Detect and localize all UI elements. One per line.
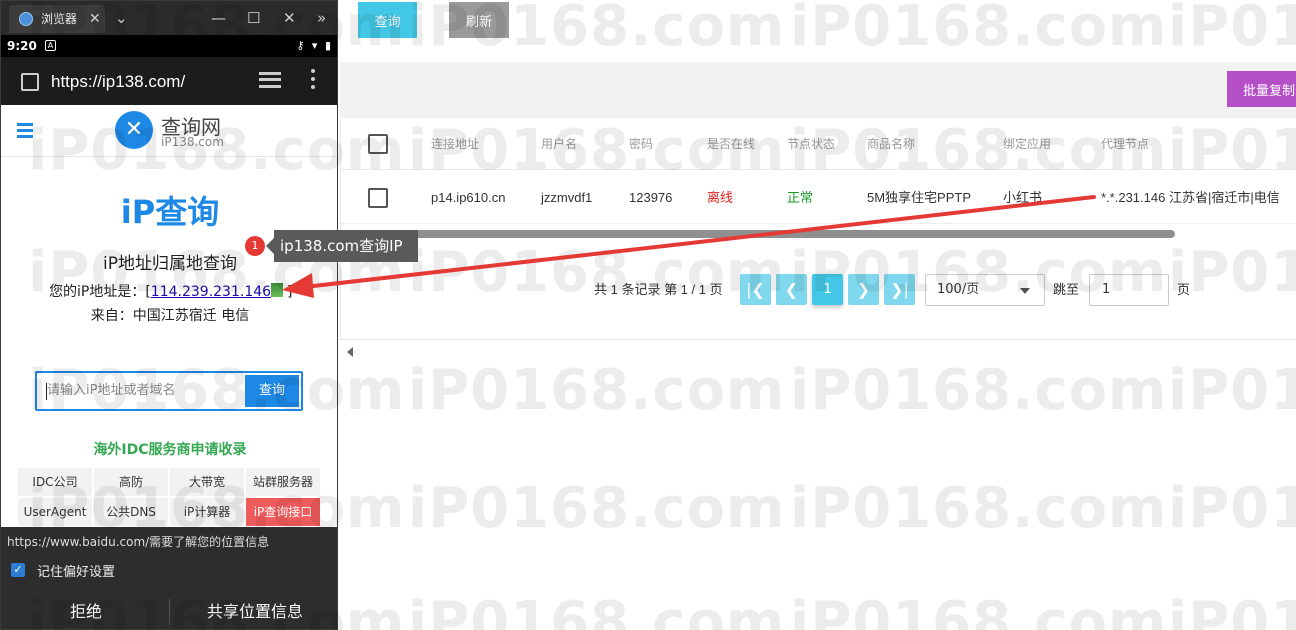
close-window-icon[interactable]: ✕ [283,1,296,35]
minimize-icon[interactable]: — [211,1,226,35]
globe-icon [19,12,33,26]
grid-link-useragent[interactable]: UserAgent [17,497,93,527]
prev-page-button[interactable]: ❮ [776,274,807,305]
grid-link-ddos[interactable]: 高防 [93,467,169,497]
grid-link-bandwidth[interactable]: 大带宽 [169,467,245,497]
jump-page-input[interactable]: 1 [1089,274,1169,306]
chevron-down-icon [1020,288,1030,294]
url-field[interactable]: https://ip138.com/ [51,57,185,107]
scroll-left-arrow-icon[interactable] [347,347,353,357]
ip-search-button[interactable]: 查询 [245,375,299,407]
annotation-callout: ip138.com查询IP [266,230,418,262]
cell-password: 123976 [629,190,673,205]
toolbar-band [340,62,1296,118]
batch-copy-button[interactable]: 批量复制 [1227,71,1296,107]
deny-button[interactable]: 拒绝 [1,593,171,629]
grid-link-idc[interactable]: IDC公司 [17,467,93,497]
col-product: 商品名称 [867,137,916,151]
divider [169,599,170,625]
logo-subtitle: iP138.com [161,135,224,149]
grid-link-cluster[interactable]: 站群服务器 [245,467,321,497]
wrench-logo-icon: ✕ [115,111,153,149]
next-page-button[interactable]: ❯ [848,274,879,305]
admin-panel: 查询 刷新 批量复制 连接地址 用户名 密码 是否在线 节点状态 商品名称 绑定… [340,0,1296,630]
jump-label: 跳至 [1053,282,1080,297]
ip-search-input[interactable]: 请输入iP地址或者域名 [47,373,175,409]
status-time: 9:20 [7,39,37,53]
your-ip-line: 您的iP地址是：[114.239.231.146] [49,281,293,301]
pagination: 共 1 条记录 第 1 / 1 页 |❮ ❮ 1 ❯ ❯| 100/页 跳至 1… [340,274,1296,306]
tabs-icon[interactable] [259,72,281,88]
grid-link-dns[interactable]: 公共DNS [93,497,169,527]
cell-bound-app: 小红书 [1003,190,1043,205]
allow-location-button[interactable]: 共享位置信息 [171,593,337,629]
maximize-icon[interactable]: ☐ [247,1,260,35]
overflow-icon[interactable]: » [317,1,326,35]
ip-search-box: 请输入iP地址或者域名 查询 [35,371,303,411]
page-unit-label: 页 [1177,282,1191,297]
site-info-icon[interactable] [21,73,39,91]
first-page-button[interactable]: |❮ [740,274,771,305]
page-size-select[interactable]: 100/页 [925,274,1045,306]
flag-icon [271,283,283,297]
ip-address-link[interactable]: 114.239.231.146 [151,284,271,300]
tab-title: 浏览器 [41,12,78,26]
col-username: 用户名 [541,137,578,151]
refresh-button[interactable]: 刷新 [449,2,509,38]
ip-location: 来自：中国江苏宿迁 电信 [90,308,250,324]
cell-address: p14.ip610.cn [431,190,506,205]
table-header-row: 连接地址 用户名 密码 是否在线 节点状态 商品名称 绑定应用 代理节点 [341,118,1296,170]
browser-url-bar: https://ip138.com/ [1,57,337,107]
last-page-button[interactable]: ❯| [884,274,915,305]
grid-link-calculator[interactable]: iP计算器 [169,497,245,527]
cell-proxy-node: *.*.231.146 江苏省|宿迁市|电信 [1101,190,1280,205]
window-titlebar: 浏览器 ✕ ⌄ — ☐ ✕ » [1,1,337,35]
grid-link-api[interactable]: iP查询接口 [245,497,321,527]
cell-product: 5M独享住宅PPTP [867,190,972,205]
hamburger-icon[interactable] [17,123,33,141]
more-vert-icon[interactable] [311,69,317,93]
cell-node-status: 正常 [787,190,814,205]
current-page-button[interactable]: 1 [812,274,843,305]
permission-message: https://www.baidu.com/需要了解您的位置信息 [7,535,270,549]
col-node-status: 节点状态 [787,137,836,151]
browser-tab[interactable]: 浏览器 ✕ [9,5,105,33]
ip-query-title: iP查询 [120,193,220,231]
idc-title: 海外IDC服务商申请收录 [93,442,247,458]
col-address: 连接地址 [431,137,480,151]
proxy-table: 连接地址 用户名 密码 是否在线 节点状态 商品名称 绑定应用 代理节点 p14… [340,118,1296,357]
a-icon: A [45,40,56,51]
table-row[interactable]: p14.ip610.cn jzzmvdf1 123976 离线 正常 5M独享住… [341,172,1296,224]
select-all-checkbox[interactable] [368,134,388,154]
page-size-value: 100/页 [937,282,980,297]
query-button[interactable]: 查询 [358,2,417,38]
col-bound-app: 绑定应用 [1003,137,1052,151]
chevron-down-icon[interactable]: ⌄ [115,1,128,35]
col-password: 密码 [629,137,654,151]
system-icons: ⚷ ▾ ▮ [296,39,333,52]
cell-username: jzzmvdf1 [541,190,593,205]
site-header: ✕ 查询网 iP138.com [1,105,337,157]
close-icon[interactable]: ✕ [89,5,101,33]
emulator-window: 浏览器 ✕ ⌄ — ☐ ✕ » 9:20 A ⚷ ▾ ▮ https://ip1… [0,0,338,630]
horizontal-scrollbar[interactable] [361,230,1175,238]
location-permission-sheet: https://www.baidu.com/需要了解您的位置信息 ✓ 记住偏好设… [1,527,337,629]
annotation-badge: 1 [245,236,265,256]
ip-suffix: ] [287,284,293,300]
pagination-summary: 共 1 条记录 第 1 / 1 页 [594,282,723,297]
ip-prefix: 您的iP地址是：[ [49,284,151,300]
remember-label: 记住偏好设置 [37,565,116,580]
checkbox-icon[interactable]: ✓ [11,563,25,577]
cell-online-status: 离线 [707,190,734,205]
col-online: 是否在线 [707,137,756,151]
row-checkbox[interactable] [368,188,388,208]
col-proxy-node: 代理节点 [1101,137,1150,151]
android-status-bar: 9:20 A ⚷ ▾ ▮ [1,35,337,57]
